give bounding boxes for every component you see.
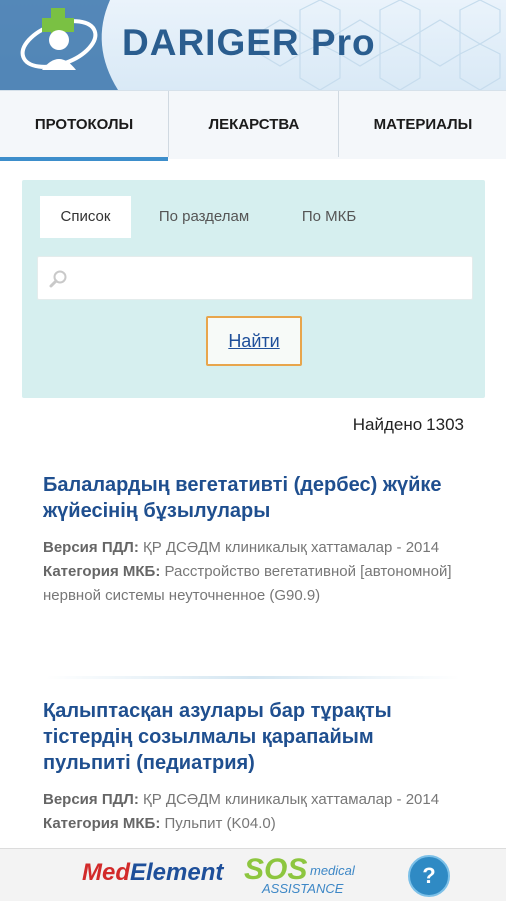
category-label: Категория МКБ: bbox=[43, 815, 161, 832]
medelement-logo[interactable]: MedElement bbox=[82, 859, 223, 887]
version-label: Версия ПДЛ: bbox=[43, 791, 139, 808]
result-category: Категория МКБ: Пульпит (K04.0) bbox=[43, 812, 463, 836]
result-version: Версия ПДЛ: ҚР ДСӘДМ клиникалық хаттамал… bbox=[43, 536, 463, 560]
sos-assistance-logo[interactable]: SOS medical ASSISTANCE bbox=[244, 853, 374, 896]
doctor-logo-icon bbox=[20, 8, 98, 70]
found-label: Найдено bbox=[352, 415, 423, 434]
medelement-logo-part1: Med bbox=[82, 859, 130, 886]
tab-drugs[interactable]: ЛЕКАРСТВА bbox=[168, 91, 339, 157]
tab-materials[interactable]: МАТЕРИАЛЫ bbox=[338, 91, 506, 157]
result-title[interactable]: Балалардың вегетативті (дербес) жүйке жү… bbox=[43, 472, 463, 524]
version-value: ҚР ДСӘДМ клиникалық хаттамалар - 2014 bbox=[142, 539, 440, 556]
app-title: DARIGER Pro bbox=[122, 22, 376, 63]
category-value: Пульпит (K04.0) bbox=[164, 815, 276, 832]
medelement-logo-part2: Element bbox=[130, 859, 224, 886]
search-field[interactable] bbox=[37, 256, 473, 301]
result-meta: Версия ПДЛ: ҚР ДСӘДМ клиникалық хаттамал… bbox=[43, 536, 463, 608]
tab-protocols[interactable]: ПРОТОКОЛЫ bbox=[0, 91, 168, 161]
find-button[interactable]: Найти bbox=[206, 316, 302, 366]
main-tab-bar: ПРОТОКОЛЫ ЛЕКАРСТВА МАТЕРИАЛЫ bbox=[0, 90, 506, 161]
result-category: Категория МКБ: Расстройство вегетативной… bbox=[43, 560, 463, 608]
result-version: Версия ПДЛ: ҚР ДСӘДМ клиникалық хаттамал… bbox=[43, 788, 463, 812]
subtab-by-sections[interactable]: По разделам bbox=[140, 196, 268, 238]
help-icon[interactable]: ? bbox=[408, 855, 450, 897]
subtab-by-icd[interactable]: По МКБ bbox=[284, 196, 374, 238]
result-item[interactable]: Балалардың вегетативті (дербес) жүйке жү… bbox=[43, 472, 463, 608]
found-count: 1303 bbox=[426, 415, 464, 434]
category-label: Категория МКБ: bbox=[43, 563, 161, 580]
results-count: Найдено 1303 bbox=[349, 415, 464, 435]
sos-logo-assistance: ASSISTANCE bbox=[262, 881, 344, 896]
search-input[interactable] bbox=[78, 257, 470, 301]
subtab-list[interactable]: Список bbox=[40, 196, 131, 238]
app-header: DARIGER Pro bbox=[0, 0, 506, 90]
result-title[interactable]: Қалыптасқан азулары бар тұрақты тістерді… bbox=[43, 698, 463, 776]
search-icon bbox=[49, 270, 67, 288]
divider bbox=[46, 676, 460, 679]
search-panel: Список По разделам По МКБ Найти bbox=[22, 180, 485, 398]
bottom-bar: MedElement SOS medical ASSISTANCE ? bbox=[0, 848, 506, 901]
version-value: ҚР ДСӘДМ клиникалық хаттамалар - 2014 bbox=[142, 791, 440, 808]
sos-logo-medical: medical bbox=[310, 863, 355, 878]
result-meta: Версия ПДЛ: ҚР ДСӘДМ клиникалық хаттамал… bbox=[43, 788, 463, 836]
result-item[interactable]: Қалыптасқан азулары бар тұрақты тістерді… bbox=[43, 698, 463, 836]
version-label: Версия ПДЛ: bbox=[43, 539, 139, 556]
